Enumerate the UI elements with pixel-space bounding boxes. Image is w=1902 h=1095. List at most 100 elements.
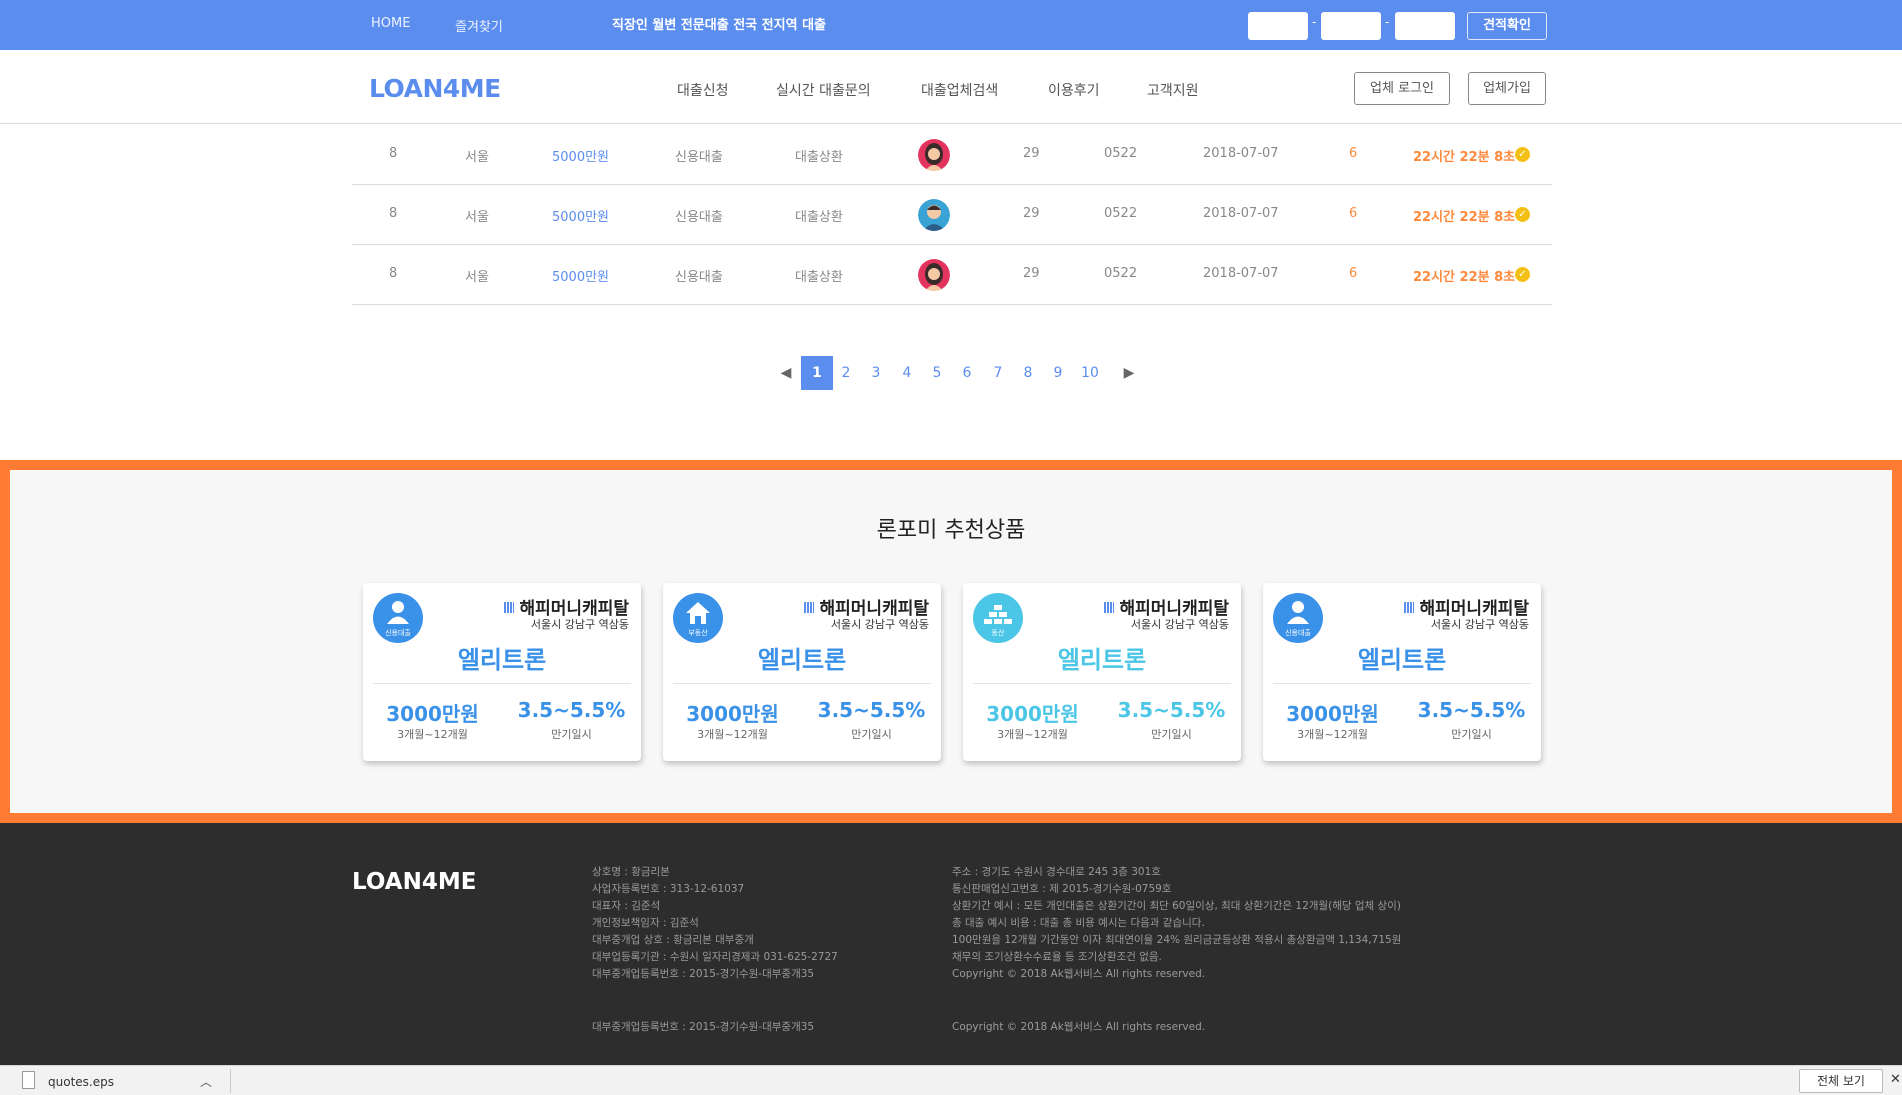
- product-name: 엘리트론: [757, 646, 847, 674]
- footer-legal-line: 100만원을 12개월 기간동안 이자 최대연이율 24% 원리금균등상환 적용…: [952, 934, 1402, 946]
- building-icon: [1103, 602, 1114, 613]
- page-3-button[interactable]: 3: [867, 356, 885, 390]
- female-avatar-icon: [918, 259, 950, 291]
- main-header: LOAN4ME 대출신청 실시간 대출문의 대출업체검색 이용후기 고객지원 업…: [0, 50, 1902, 124]
- row-region: 서울: [465, 270, 489, 285]
- row-number: 8: [389, 146, 398, 161]
- page-8-button[interactable]: 8: [1019, 356, 1037, 390]
- phone-input-3[interactable]: [1395, 12, 1455, 40]
- house-icon: 부동산: [673, 593, 723, 643]
- badge-label: 부동산: [688, 629, 708, 637]
- loan-amount: 3000만원: [686, 702, 779, 726]
- building-icon: [803, 602, 814, 613]
- menu-realtime-inquiry[interactable]: 실시간 대출문의: [776, 80, 871, 100]
- show-all-downloads-button[interactable]: 전체 보기: [1799, 1069, 1883, 1093]
- row-amount: 5000만원: [552, 210, 610, 225]
- page-6-button[interactable]: 6: [958, 356, 976, 390]
- next-page-icon[interactable]: ▶: [1120, 356, 1138, 390]
- row-purpose: 대출상환: [795, 150, 843, 165]
- page-9-button[interactable]: 9: [1049, 356, 1067, 390]
- product-card[interactable]: 부동산 해피머니캐피탈 서울시 강남구 역삼동 엘리트론 3000만원 3개월~…: [663, 583, 941, 761]
- phone-input-1[interactable]: [1248, 12, 1308, 40]
- row-date: 2018-07-07: [1203, 146, 1279, 161]
- row-age: 29: [1023, 266, 1040, 281]
- row-loan-type: 신용대출: [675, 210, 723, 225]
- row-code: 0522: [1104, 266, 1138, 281]
- footer-legal-line: Copyright © 2018 Ak웹서비스 All rights reser…: [952, 968, 1206, 980]
- footer-info-line: 대부중개업 상호 : 황금리본 대부중개: [592, 934, 754, 946]
- table-row: 8 서울 5000만원 신용대출 대출상환 29 0522 2018-07-07…: [352, 185, 1552, 245]
- menu-lender-search[interactable]: 대출업체검색: [921, 80, 998, 100]
- loan-term: 3개월~12개월: [397, 728, 468, 741]
- badge-label: 동산: [991, 629, 1005, 637]
- footer-logo: LOAN4ME: [352, 869, 477, 895]
- page-4-button[interactable]: 4: [898, 356, 916, 390]
- favorites-link[interactable]: 즐겨찾기: [455, 16, 503, 35]
- loan-amount: 3000만원: [986, 702, 1079, 726]
- footer-info-line: 개인정보책임자 : 김준석: [592, 917, 699, 929]
- row-amount: 5000만원: [552, 150, 610, 165]
- product-card[interactable]: 동산 해피머니캐피탈 서울시 강남구 역삼동 엘리트론 3000만원 3개월~1…: [963, 583, 1241, 761]
- quote-check-button[interactable]: 견적확인: [1467, 12, 1547, 40]
- slogan-text: 직장인 월변 전문대출 전국 전지역 대출: [612, 18, 826, 33]
- page-5-button[interactable]: 5: [928, 356, 946, 390]
- loan-term: 3개월~12개월: [1297, 728, 1368, 741]
- product-card[interactable]: 신용대출 해피머니캐피탈 서울시 강남구 역삼동 엘리트론 3000만원 3개월…: [363, 583, 641, 761]
- card-divider: [673, 683, 931, 684]
- interest-rate: 3.5~5.5%: [517, 698, 626, 722]
- page-2-button[interactable]: 2: [837, 356, 855, 390]
- company-login-button[interactable]: 업체 로그인: [1354, 72, 1450, 105]
- loan-term: 3개월~12개월: [997, 728, 1068, 741]
- page-1-button[interactable]: 1: [801, 356, 833, 390]
- card-divider: [1273, 683, 1531, 684]
- download-file-name[interactable]: quotes.eps: [48, 1075, 114, 1089]
- footer-legal-line: 상환기간 예시 : 모든 개인대출은 상환기간이 최단 60일이상, 최대 상환…: [952, 900, 1401, 912]
- row-number: 8: [389, 206, 398, 221]
- person-icon: 신용대출: [373, 593, 423, 643]
- building-icon: [503, 602, 514, 613]
- site-logo[interactable]: LOAN4ME: [369, 74, 501, 103]
- row-code: 0522: [1104, 146, 1138, 161]
- footer-legal-line: 총 대출 예시 비용 : 대출 총 비용 예시는 다음과 같습니다.: [952, 917, 1205, 929]
- close-icon[interactable]: ✕: [1890, 1072, 1901, 1087]
- company-address: 서울시 강남구 역삼동: [530, 618, 629, 631]
- row-region: 서울: [465, 210, 489, 225]
- page-7-button[interactable]: 7: [989, 356, 1007, 390]
- card-divider: [973, 683, 1231, 684]
- row-age: 29: [1023, 146, 1040, 161]
- row-loan-type: 신용대출: [675, 150, 723, 165]
- phone-input-2[interactable]: [1321, 12, 1381, 40]
- interest-rate: 3.5~5.5%: [1117, 698, 1226, 722]
- company-join-button[interactable]: 업체가입: [1468, 72, 1546, 105]
- product-name: 엘리트론: [1057, 646, 1147, 674]
- footer-info-line: 대부중개업등록번호 : 2015-경기수원-대부중개35: [592, 968, 815, 980]
- row-remaining-time: 22시간 22분 8초: [1413, 150, 1516, 165]
- gold-bars-icon: 동산: [973, 593, 1023, 643]
- phone-separator: -: [1385, 15, 1390, 29]
- row-code: 0522: [1104, 206, 1138, 221]
- badge-label: 신용대출: [1285, 629, 1311, 637]
- site-footer: LOAN4ME 상호명 : 황금리본 사업자등록번호 : 313-12-6103…: [0, 823, 1902, 1065]
- footer-info-line: 사업자등록번호 : 313-12-61037: [592, 883, 745, 895]
- row-remaining-time: 22시간 22분 8초: [1413, 270, 1516, 285]
- menu-reviews[interactable]: 이용후기: [1048, 80, 1100, 100]
- repayment-type: 만기일시: [1451, 728, 1492, 741]
- loan-term: 3개월~12개월: [697, 728, 768, 741]
- menu-support[interactable]: 고객지원: [1147, 80, 1199, 100]
- chevron-up-icon[interactable]: ︿: [200, 1073, 212, 1090]
- footer-legal-line: 통신판매업신고번호 : 제 2015-경기수원-0759호: [952, 883, 1172, 895]
- row-age: 29: [1023, 206, 1040, 221]
- product-name: 엘리트론: [1357, 646, 1447, 674]
- row-purpose: 대출상환: [795, 270, 843, 285]
- top-bar: HOME 즐겨찾기 직장인 월변 전문대출 전국 전지역 대출 - - 견적확인: [0, 0, 1902, 50]
- prev-page-icon[interactable]: ◀: [777, 356, 795, 390]
- page-10-button[interactable]: 10: [1077, 356, 1103, 390]
- footer-legal-line: 채무의 조기상환수수료율 등 조기상환조건 없음.: [952, 951, 1162, 963]
- recommended-section: 론포미 추천상품 신용대출 해피머니캐피탈 서울시 강남구 역삼동 엘리트론 3…: [0, 460, 1902, 823]
- menu-loan-apply[interactable]: 대출신청: [677, 80, 729, 100]
- row-date: 2018-07-07: [1203, 266, 1279, 281]
- home-link[interactable]: HOME: [371, 16, 410, 31]
- repayment-type: 만기일시: [1151, 728, 1192, 741]
- product-card[interactable]: 신용대출 해피머니캐피탈 서울시 강남구 역삼동 엘리트론 3000만원 3개월…: [1263, 583, 1541, 761]
- repayment-type: 만기일시: [551, 728, 592, 741]
